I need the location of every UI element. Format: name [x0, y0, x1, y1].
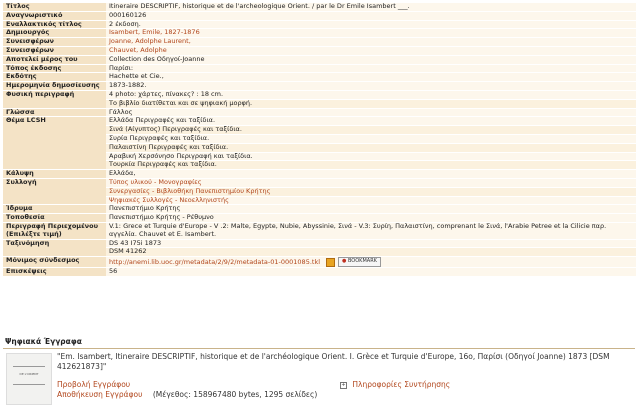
bookmark-button[interactable]: ● BOOKMARK: [338, 257, 381, 267]
metadata-row: Συλλογή Τύπος υλικού - Μονογραφίες: [3, 178, 636, 206]
metadata-value: Το βιβλίο διατίθεται και σε ψηφιακή μορφ…: [106, 98, 636, 109]
metadata-text: V.1: Grece et Turquie d'Europe - V .2: M…: [109, 221, 607, 238]
metadata-text: Γάλλος: [109, 107, 133, 116]
metadata-label: Μόνιμος σύνδεσμος: [3, 256, 106, 268]
metadata-row: Δημιουργός Isambert, Emile, 1827-1876: [3, 28, 636, 39]
metadata-row: Κάλυψη Ελλάδα,: [3, 169, 636, 179]
metadata-row: Μόνιμος σύνδεσμος http://anemi.lib.uoc.gr…: [3, 256, 636, 268]
metadata-label: Περιγραφή Περιεχομένου (Επιλέξτε τιμή): [3, 222, 106, 240]
digital-documents-heading: Ψηφιακά Έγγραφα: [3, 336, 635, 349]
view-document-link[interactable]: Προβολή Εγγράφου: [57, 380, 130, 389]
metadata-label: Φυσική περιγραφή: [3, 90, 106, 109]
metadata-row: Αναγνωριστικό 000160126: [3, 10, 636, 21]
metadata-text: DS 43 I75i 1873: [109, 238, 162, 247]
metadata-label: Επισκέψεις: [3, 267, 106, 277]
system-info-link[interactable]: Πληροφορίες Συντήρησης: [352, 380, 450, 389]
metadata-row: Θέμα LCSH Ελλάδα Περιγραφές και ταξίδια.: [3, 116, 636, 171]
metadata-value: Collection des Οδηγοί-Joanne: [106, 54, 636, 65]
metadata-value: Παρίσι:: [106, 63, 636, 74]
metadata-value: http://anemi.lib.uoc.gr/metadata/2/9/2/m…: [106, 256, 636, 268]
metadata-text: Hachette et Cie.,: [109, 72, 164, 81]
system-info-toggle[interactable]: + Πληροφορίες Συντήρησης: [340, 380, 450, 390]
metadata-text: Παρίσι:: [109, 63, 134, 72]
metadata-label: Αναγνωριστικό: [3, 11, 106, 21]
metadata-text: 1873-1882.: [109, 81, 147, 90]
metadata-row: Γλώσσα Γάλλος: [3, 107, 636, 118]
metadata-text: 2 έκδοση.: [109, 19, 141, 28]
metadata-text: Συρία Περιγραφές και ταξίδια.: [109, 133, 210, 142]
metadata-text: 4 photo: χάρτες, πίνακες? : 18 cm.: [109, 89, 224, 98]
metadata-link[interactable]: Τύπος υλικού - Μονογραφίες: [109, 178, 202, 186]
metadata-link[interactable]: Chauvet, Adolphe: [109, 46, 167, 54]
metadata-value: Joanne, Adolphe Laurent,: [106, 37, 636, 47]
document-title: "Em. Isambert, Itineraire DESCRIPTIF, hi…: [57, 352, 610, 371]
metadata-link[interactable]: Συνεργασίες - Βιβλιοθήκη Πανεπιστημίου Κ…: [109, 187, 270, 195]
save-document-link[interactable]: Αποθήκευση Εγγράφου: [57, 390, 142, 399]
metadata-row: Ίδρυμα Πανεπιστήμιο Κρήτης: [3, 204, 636, 215]
metadata-value: Ψηφιακές Συλλογές - Νεοελληνιστής: [106, 196, 636, 206]
metadata-text: Το βιβλίο διατίθεται και σε ψηφιακή μορφ…: [109, 98, 253, 107]
metadata-link[interactable]: Isambert, Emile, 1827-1876: [109, 28, 200, 36]
metadata-text: Πανεπιστήμιο Κρήτης - Ρέθυμνο: [109, 213, 214, 222]
metadata-value: Hachette et Cie.,: [106, 72, 636, 83]
metadata-text: DSM 41262: [109, 247, 147, 256]
thumbnail-caption: DE L'ORIENT: [19, 372, 39, 376]
metadata-text: Πανεπιστήμιο Κρήτης: [109, 204, 181, 213]
expand-plus-icon: +: [340, 381, 347, 389]
metadata-text: 56: [109, 266, 118, 275]
metadata-link[interactable]: http://anemi.lib.uoc.gr/metadata/2/9/2/m…: [109, 258, 320, 266]
metadata-row: Περιγραφή Περιεχομένου (Επιλέξτε τιμή) V.…: [3, 221, 636, 240]
bookmark-label: BOOKMARK: [347, 258, 377, 265]
record-page: Τίτλος Itineraire DESCRIPTIF, historique …: [0, 0, 640, 405]
metadata-row: Εναλλακτικός τίτλος 2 έκδοση.: [3, 19, 636, 30]
metadata-row: Τίτλος Itineraire DESCRIPTIF, historique …: [3, 2, 636, 12]
metadata-text: Ελλάδα Περιγραφές και ταξίδια.: [109, 116, 216, 125]
metadata-text: Τουρκία Περιγραφές και ταξίδια.: [109, 160, 217, 169]
document-actions: Προβολή Εγγράφου + Πληροφορίες Συντήρηση…: [57, 380, 637, 399]
document-thumbnail[interactable]: DE L'ORIENT: [6, 353, 52, 405]
metadata-link[interactable]: Ψηφιακές Συλλογές - Νεοελληνιστής: [109, 196, 229, 204]
metadata-text: Itineraire DESCRIPTIF, historique et de …: [109, 2, 410, 10]
rss-icon[interactable]: [326, 257, 336, 267]
metadata-value: Τουρκία Περιγραφές και ταξίδια.: [106, 160, 636, 171]
thumbnail-rule: [13, 366, 45, 367]
metadata-row: Συνεισφέρων Joanne, Adolphe Laurent,: [3, 37, 636, 47]
metadata-label: Θέμα LCSH: [3, 116, 106, 171]
metadata-value: DS 43 I75i 1873: [106, 238, 636, 249]
metadata-text: 000160126: [109, 10, 147, 19]
metadata-text: Παλαιστίνη Περιγραφές και ταξίδια.: [109, 142, 229, 151]
metadata-row: Ημερομηνία δημοσίευσης 1873-1882.: [3, 81, 636, 91]
metadata-text: Collection des Οδηγοί-Joanne: [109, 54, 205, 63]
metadata-row: Επισκέψεις 56: [3, 266, 636, 277]
metadata-label: Συλλογή: [3, 178, 106, 206]
metadata-text: Σινά (Αίγυπτος) Περιγραφές και ταξίδια.: [109, 125, 242, 134]
metadata-label: Συνεισφέρων: [3, 46, 106, 56]
metadata-row: Συνεισφέρων Chauvet, Adolphe: [3, 46, 636, 56]
metadata-row: Αποτελεί μέρος του Collection des Οδηγοί-…: [3, 54, 636, 65]
metadata-label: Ταξινόμηση: [3, 239, 106, 258]
metadata-row: Φυσική περιγραφή 4 photo: χάρτες, πίνακες…: [3, 89, 636, 109]
metadata-row: Ταξινόμηση DS 43 I75i 1873: [3, 238, 636, 258]
metadata-table: Τίτλος Itineraire DESCRIPTIF, historique …: [3, 2, 636, 277]
metadata-text: Ελλάδα,: [109, 169, 136, 178]
thumbnail-rule: [13, 384, 45, 385]
metadata-value: 56: [106, 266, 636, 277]
document-size: (Μέγεθος: 158967480 bytes, 1295 σελίδες): [152, 389, 318, 399]
metadata-value: V.1: Grece et Turquie d'Europe - V .2: M…: [106, 221, 636, 240]
metadata-value: Itineraire DESCRIPTIF, historique et de …: [106, 2, 636, 12]
metadata-label: Αποτελεί μέρος του: [3, 55, 106, 65]
metadata-link[interactable]: Joanne, Adolphe Laurent,: [109, 37, 191, 45]
document-info: "Em. Isambert, Itineraire DESCRIPTIF, hi…: [57, 352, 622, 371]
metadata-value: DSM 41262: [106, 247, 636, 258]
metadata-row: Τόπος έκδοσης Παρίσι:: [3, 63, 636, 74]
metadata-value: 000160126: [106, 10, 636, 21]
metadata-text: Αραβική Χερσόνησο Περιγραφή και ταξίδια.: [109, 151, 253, 160]
